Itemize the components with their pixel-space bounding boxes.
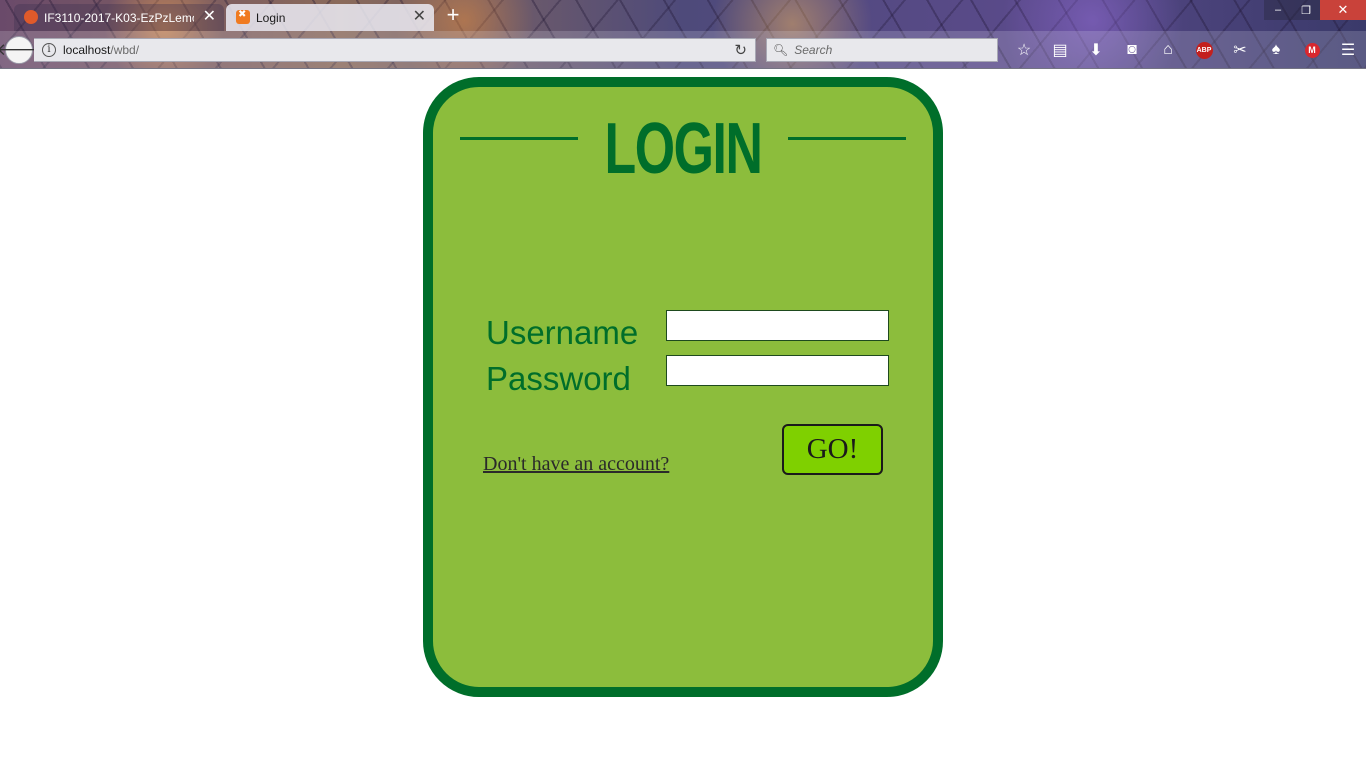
bookmark-star-icon[interactable]: ☆ — [1006, 38, 1042, 62]
username-label: Username — [486, 314, 639, 351]
browser-chrome: IF3110-2017-K03-EzPzLemon ✕ Login ✕ + – … — [0, 0, 1366, 69]
navigation-bar: 🡐 i localhost/wbd/ ↻ 🔍︎ Search ☆ ▤ ⬇ ◙ ⌂… — [0, 31, 1366, 69]
submit-button[interactable]: GO! — [782, 424, 883, 475]
search-placeholder: Search — [794, 43, 833, 57]
tab-login[interactable]: Login ✕ — [226, 4, 434, 31]
url-host: localhost — [63, 43, 111, 57]
tab-title: Login — [256, 10, 286, 25]
search-bar[interactable]: 🔍︎ Search — [766, 38, 998, 62]
reload-icon[interactable]: ↻ — [734, 41, 747, 59]
password-label: Password — [486, 360, 631, 397]
close-tab-icon[interactable]: ✕ — [203, 8, 216, 26]
new-tab-button[interactable]: + — [442, 4, 464, 28]
home-icon[interactable]: ⌂ — [1150, 38, 1186, 62]
close-tab-icon[interactable]: ✕ — [413, 8, 426, 26]
minimize-button[interactable]: – — [1264, 0, 1292, 20]
tab-title: IF3110-2017-K03-EzPzLemon — [44, 10, 194, 25]
tab-ezpzlemon[interactable]: IF3110-2017-K03-EzPzLemon ✕ — [14, 4, 224, 31]
username-input[interactable] — [666, 310, 889, 341]
mega-icon[interactable]: M — [1294, 38, 1330, 62]
mega-badge: M — [1304, 42, 1320, 58]
adblock-plus-icon[interactable]: ABP — [1186, 38, 1222, 62]
title-rule-right — [788, 137, 906, 140]
search-icon: 🔍︎ — [773, 43, 789, 57]
signup-link[interactable]: Don't have an account? — [483, 453, 669, 476]
window-controls: – ❐ ✕ — [1264, 0, 1366, 20]
close-window-button[interactable]: ✕ — [1320, 0, 1366, 20]
pocket-icon[interactable]: ◙ — [1114, 38, 1150, 62]
info-icon[interactable]: i — [42, 43, 56, 57]
abp-badge: ABP — [1195, 41, 1213, 59]
screenshot-icon[interactable]: ✂ — [1222, 38, 1258, 62]
url-bar[interactable]: i localhost/wbd/ ↻ — [34, 38, 756, 62]
reading-list-icon[interactable]: ▤ — [1042, 38, 1078, 62]
tab-strip: IF3110-2017-K03-EzPzLemon ✕ Login ✕ + – … — [0, 0, 1366, 31]
page-title: LOGIN — [604, 109, 763, 189]
menu-icon[interactable]: ☰ — [1330, 38, 1366, 62]
password-input[interactable] — [666, 355, 889, 386]
github-favicon-icon — [24, 10, 38, 24]
back-button[interactable]: 🡐 — [0, 36, 42, 64]
url-path: /wbd/ — [110, 43, 140, 57]
extension-icon[interactable]: ♠ — [1258, 38, 1294, 62]
toolbar-icons: ☆ ▤ ⬇ ◙ ⌂ ABP ✂ ♠ M ☰ — [1006, 38, 1366, 62]
xampp-favicon-icon — [236, 9, 250, 24]
restore-button[interactable]: ❐ — [1292, 0, 1320, 20]
login-card: LOGIN Username Password Don't have an ac… — [423, 77, 943, 697]
download-icon[interactable]: ⬇ — [1078, 38, 1114, 62]
